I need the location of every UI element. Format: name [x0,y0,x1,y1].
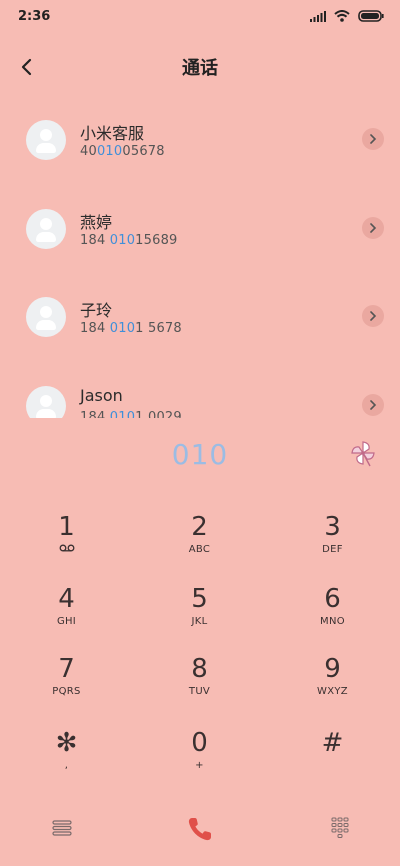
contact-item[interactable]: 燕婷 184 01015689 [0,189,400,278]
contact-name: 燕婷 [80,212,113,232]
chevron-right-icon [370,399,377,410]
avatar [26,208,66,249]
menu-button[interactable] [50,816,74,840]
key-9[interactable]: 9 WXYZ [266,654,399,714]
contact-name: 小米客服 [80,124,145,143]
contact-detail-button[interactable] [362,393,384,416]
contact-item[interactable]: 子玲 184 0101 5678 [0,277,400,366]
avatar [26,385,66,418]
dialpad-icon [331,817,349,838]
contact-item[interactable]: 小米客服 4001005678 [0,100,400,189]
signal-icon [310,10,326,22]
pinwheel-icon [351,441,375,467]
chevron-right-icon [370,311,377,321]
key-2[interactable]: 2 ABC [133,512,266,572]
status-bar: 2:36 [0,0,400,34]
key-star[interactable]: ✻ , [0,728,133,788]
key-4[interactable]: 4 GHI [0,584,133,644]
key-7[interactable]: 7 PQRS [0,654,133,714]
avatar [26,120,66,160]
dialpad-button[interactable] [328,816,352,840]
chevron-right-icon [370,134,377,144]
key-3[interactable]: 3 DEF [266,512,399,572]
phone-icon [188,818,211,841]
key-1[interactable]: 1 [0,512,133,572]
key-6[interactable]: 6 MNO [266,584,399,644]
contact-item[interactable]: Jason 184 0101 0029 [0,366,400,419]
status-icons [310,10,384,22]
page-title: 通话 [182,58,218,79]
contact-detail-button[interactable] [362,305,384,327]
key-8[interactable]: 8 TUV [133,654,266,714]
key-hash[interactable]: # [266,728,399,788]
pinwheel-button[interactable] [348,438,378,468]
contact-detail-button[interactable] [362,128,384,150]
battery-icon [358,10,384,22]
contact-number: 184 0101 0029 [80,409,182,419]
call-button[interactable] [185,814,215,844]
status-time: 2:36 [18,9,51,24]
contact-number: 184 0101 5678 [80,321,182,336]
dialed-number-display: 010 [171,438,229,471]
contact-detail-button[interactable] [362,216,384,239]
bottom-bar [0,808,400,848]
key-0[interactable]: 0 + [133,728,266,788]
key-5[interactable]: 5 JKL [133,584,266,644]
wifi-icon [334,10,350,22]
chevron-right-icon [370,222,377,233]
menu-icon [52,820,72,836]
voicemail-icon [59,544,74,552]
contact-number: 184 01015689 [80,232,178,248]
contact-number: 4001005678 [80,144,165,159]
header: 通话 [0,44,400,90]
contact-name: Jason [80,385,123,405]
contact-name: 子玲 [80,301,113,320]
avatar [26,297,66,337]
contact-list: 小米客服 4001005678 燕婷 184 01015689 子玲 184 0… [0,100,400,418]
